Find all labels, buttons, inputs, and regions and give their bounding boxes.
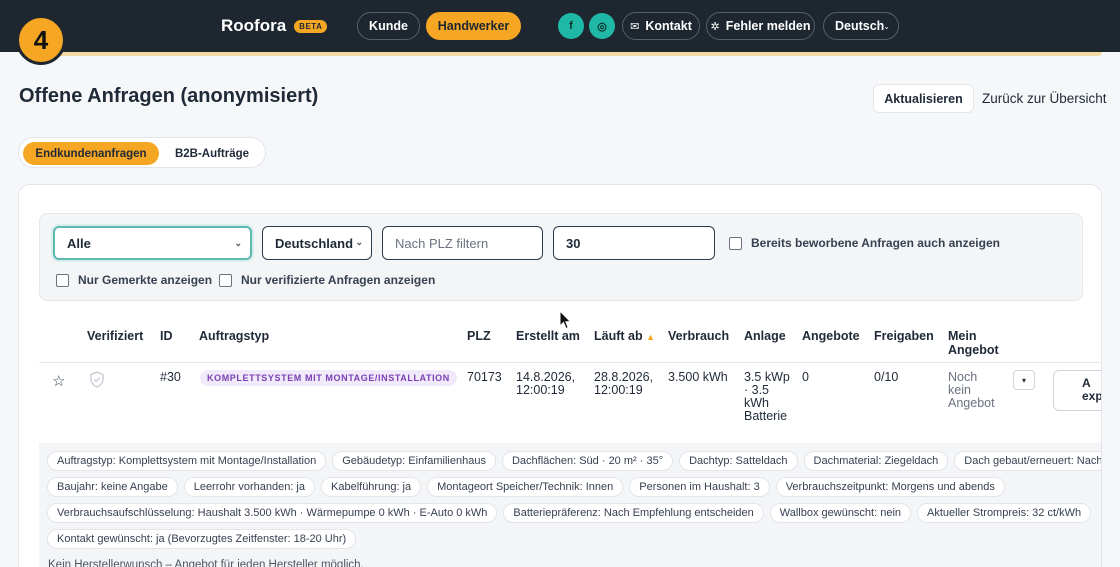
beta-badge: BETA bbox=[294, 19, 328, 33]
header-divider bbox=[39, 362, 1101, 363]
expires-label: Läuft ab bbox=[594, 329, 643, 343]
radius-input[interactable]: 30 bbox=[553, 226, 715, 260]
report-bug-button[interactable]: ✲ Fehler melden bbox=[706, 12, 815, 40]
only-verified-label: Nur verifizierte Anfragen anzeigen bbox=[241, 273, 436, 287]
plz-filter-input[interactable]: Nach PLZ filtern bbox=[382, 226, 543, 260]
detail-chip: Dachflächen: Süd · 20 m² · 35° bbox=[501, 451, 674, 471]
show-applied-checkbox[interactable]: Bereits beworbene Anfragen auch anzeigen bbox=[729, 236, 1000, 250]
column-header-system[interactable]: Anlage bbox=[744, 329, 786, 343]
chip-row: Kontakt gewünscht: ja (Bevorzugtes Zeitf… bbox=[47, 529, 1101, 549]
language-label: Deutsch bbox=[835, 19, 885, 33]
request-type-value: Alle bbox=[67, 235, 91, 251]
row-menu-button[interactable]: ▾ bbox=[1013, 370, 1035, 390]
filter-panel: Alle ⌄ Deutschland ⌄ Nach PLZ filtern 30… bbox=[39, 213, 1083, 301]
row-created: 14.8.2026, 12:00:19 bbox=[516, 370, 576, 397]
bug-icon: ✲ bbox=[710, 20, 720, 33]
page-title: Offene Anfragen (anonymisiert) bbox=[19, 85, 319, 107]
mouse-cursor-icon bbox=[559, 309, 573, 335]
contact-label: Kontakt bbox=[645, 19, 692, 33]
star-icon[interactable]: ☆ bbox=[52, 372, 65, 390]
detail-chip: Batteriepräferenz: Nach Empfehlung entsc… bbox=[503, 503, 764, 523]
brand[interactable]: Roofora BETA bbox=[221, 16, 328, 36]
nav-handwerker-button[interactable]: Handwerker bbox=[426, 12, 521, 40]
detail-chip: Dachtyp: Satteldach bbox=[679, 451, 798, 471]
country-select[interactable]: Deutschland ⌄ bbox=[262, 226, 372, 260]
detail-chip: Wallbox gewünscht: nein bbox=[769, 503, 912, 523]
detail-chip: Montageort Speicher/Technik: Innen bbox=[427, 477, 624, 497]
detail-chip: Kontakt gewünscht: ja (Bevorzugtes Zeitf… bbox=[47, 529, 357, 549]
detail-chip: Dachmaterial: Ziegeldach bbox=[803, 451, 949, 471]
step-badge: 4 bbox=[16, 15, 66, 65]
row-plz: 70173 bbox=[467, 370, 502, 384]
row-id: #30 bbox=[160, 370, 181, 384]
detail-chip: Gebäudetyp: Einfamilienhaus bbox=[332, 451, 496, 471]
column-header-releases[interactable]: Freigaben bbox=[874, 329, 934, 343]
detail-chip: Leerrohr vorhanden: ja bbox=[183, 477, 315, 497]
requests-card: Alle ⌄ Deutschland ⌄ Nach PLZ filtern 30… bbox=[18, 184, 1102, 567]
only-verified-checkbox[interactable]: Nur verifizierte Anfragen anzeigen bbox=[219, 273, 435, 287]
language-select[interactable]: Deutsch ⌄ bbox=[823, 12, 899, 40]
column-header-verified[interactable]: Verifiziert bbox=[87, 329, 143, 343]
detail-chips: Auftragstyp: Komplettsystem mit Montage/… bbox=[47, 451, 1101, 555]
row-action-button[interactable]: A exp bbox=[1053, 370, 1101, 411]
detail-chip: Verbrauchszeitpunkt: Morgens und abends bbox=[775, 477, 1005, 497]
only-marked-label: Nur Gemerkte anzeigen bbox=[78, 273, 213, 287]
back-to-overview-link[interactable]: Zurück zur Übersicht bbox=[982, 91, 1107, 106]
row-consumption: 3.500 kWh bbox=[668, 370, 728, 384]
show-applied-label: Bereits beworbene Anfragen auch anzeigen bbox=[751, 236, 1000, 250]
column-header-offers[interactable]: Angebote bbox=[802, 329, 860, 343]
checkbox-box[interactable] bbox=[56, 273, 69, 287]
mail-icon: ✉ bbox=[630, 20, 640, 33]
request-details-panel: Auftragstyp: Komplettsystem mit Montage/… bbox=[39, 443, 1101, 567]
sort-ascending-icon: ▲ bbox=[646, 332, 656, 342]
chip-row: Auftragstyp: Komplettsystem mit Montage/… bbox=[47, 451, 1101, 471]
chevron-down-icon: ⌄ bbox=[234, 238, 242, 248]
header-accent-strip bbox=[40, 52, 1102, 56]
country-value: Deutschland bbox=[275, 235, 354, 251]
refresh-button[interactable]: Aktualisieren bbox=[873, 84, 974, 113]
detail-chip: Aktueller Strompreis: 32 ct/kWh bbox=[917, 503, 1092, 523]
detail-chip: Dach gebaut/erneuert: Nach bbox=[954, 451, 1101, 471]
row-expires: 28.8.2026, 12:00:19 bbox=[594, 370, 654, 397]
detail-chip: Kabelführung: ja bbox=[321, 477, 422, 497]
row-system: 3.5 kWp · 3.5 kWh Batterie bbox=[744, 370, 790, 423]
contact-button[interactable]: ✉ Kontakt bbox=[622, 12, 700, 40]
row-my-offer: Noch kein Angebot bbox=[948, 370, 995, 410]
facebook-icon[interactable]: f bbox=[558, 13, 584, 39]
shield-icon bbox=[89, 371, 105, 393]
chip-row: Baujahr: keine Angabe Leerrohr vorhanden… bbox=[47, 477, 1101, 497]
detail-chip: Baujahr: keine Angabe bbox=[47, 477, 178, 497]
detail-chip: Personen im Haushalt: 3 bbox=[629, 477, 770, 497]
row-offers: 0 bbox=[802, 370, 809, 384]
tab-endkundenanfragen[interactable]: Endkundenanfragen bbox=[23, 142, 159, 165]
request-type-tag: KOMPLETTSYSTEM MIT MONTAGE/INSTALLATION bbox=[200, 370, 457, 386]
chevron-down-icon: ⌄ bbox=[355, 237, 363, 247]
nav-kunde-button[interactable]: Kunde bbox=[357, 12, 420, 40]
report-bug-label: Fehler melden bbox=[725, 19, 811, 33]
top-navigation-bar: Roofora BETA Kunde Handwerker f ◎ ✉ Kont… bbox=[0, 0, 1120, 52]
only-marked-checkbox[interactable]: Nur Gemerkte anzeigen bbox=[56, 273, 212, 287]
chevron-down-icon: ⌄ bbox=[883, 21, 890, 31]
column-header-type[interactable]: Auftragstyp bbox=[199, 329, 269, 343]
detail-chip: Auftragstyp: Komplettsystem mit Montage/… bbox=[47, 451, 327, 471]
row-releases: 0/10 bbox=[874, 370, 899, 384]
instagram-icon[interactable]: ◎ bbox=[589, 13, 615, 39]
checkbox-box[interactable] bbox=[729, 236, 742, 250]
brand-name: Roofora bbox=[221, 16, 287, 35]
request-type-select[interactable]: Alle ⌄ bbox=[53, 226, 252, 260]
column-header-id[interactable]: ID bbox=[160, 329, 173, 343]
tab-b2b-auftraege[interactable]: B2B-Aufträge bbox=[165, 142, 259, 165]
manufacturer-note: Kein Herstellerwunsch – Angebot für jede… bbox=[48, 559, 364, 567]
column-header-my-offer[interactable]: Mein Angebot bbox=[948, 329, 1008, 357]
chip-row: Verbrauchsaufschlüsselung: Haushalt 3.50… bbox=[47, 503, 1101, 523]
request-tabs: Endkundenanfragen B2B-Aufträge bbox=[18, 137, 266, 168]
column-header-expires[interactable]: Läuft ab ▲ bbox=[594, 329, 655, 344]
column-header-plz[interactable]: PLZ bbox=[467, 329, 491, 343]
checkbox-box[interactable] bbox=[219, 273, 232, 287]
detail-chip: Verbrauchsaufschlüsselung: Haushalt 3.50… bbox=[47, 503, 498, 523]
column-header-consumption[interactable]: Verbrauch bbox=[668, 329, 729, 343]
